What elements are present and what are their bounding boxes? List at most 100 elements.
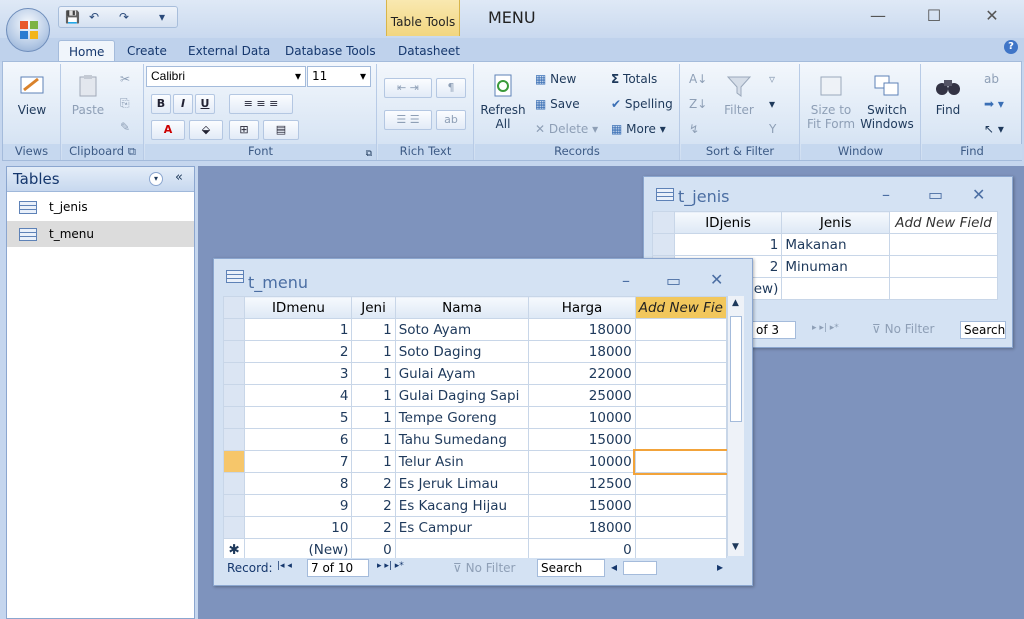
- refresh-all-button[interactable]: Refresh All: [479, 74, 527, 131]
- cell-empty[interactable]: [889, 233, 998, 256]
- cell-harga[interactable]: 22000: [528, 362, 636, 385]
- font-size-select[interactable]: 11 ▾: [307, 66, 371, 87]
- column-header[interactable]: Jenis: [781, 211, 891, 234]
- cell-jenis[interactable]: 2: [351, 472, 396, 495]
- nav-item-t-jenis[interactable]: t_jenis: [7, 194, 194, 220]
- cell-jenis[interactable]: 2: [351, 494, 396, 517]
- column-header[interactable]: Jeni: [351, 296, 396, 319]
- t-jenis-record-position[interactable]: of 3: [752, 321, 796, 339]
- cell-idmenu[interactable]: 6: [244, 428, 353, 451]
- cell-idmenu[interactable]: 5: [244, 406, 353, 429]
- cell-empty[interactable]: [634, 362, 728, 385]
- tab-database-tools[interactable]: Database Tools: [275, 40, 386, 62]
- cell-nama[interactable]: Tempe Goreng: [394, 406, 530, 429]
- table-row[interactable]: 8 2 Es Jeruk Limau 12500: [222, 472, 728, 495]
- shutter-bar-close-icon[interactable]: «: [175, 170, 183, 185]
- table-row[interactable]: 5 1 Tempe Goreng 10000: [222, 406, 728, 429]
- selection-icon[interactable]: ▿: [769, 72, 775, 86]
- customize-qat-icon[interactable]: ▾: [159, 10, 165, 24]
- table-row[interactable]: 10 2 Es Campur 18000: [222, 516, 728, 539]
- font-color-button[interactable]: A: [151, 120, 185, 140]
- cell-jenis[interactable]: 1: [351, 340, 396, 363]
- tab-datasheet[interactable]: Datasheet: [388, 40, 470, 62]
- cell-jenis[interactable]: 1: [351, 406, 396, 429]
- column-header[interactable]: IDmenu: [244, 296, 353, 319]
- cell-empty[interactable]: [633, 448, 729, 475]
- delete-record-button[interactable]: ✕ Delete ▾: [535, 122, 598, 136]
- fill-color-button[interactable]: ⬙: [189, 120, 223, 140]
- cell-empty[interactable]: [634, 318, 728, 341]
- cell-empty[interactable]: [634, 406, 728, 429]
- record-selector[interactable]: [222, 406, 246, 429]
- cell-empty[interactable]: [634, 384, 728, 407]
- cell-harga[interactable]: 15000: [528, 494, 636, 517]
- column-header[interactable]: IDjenis: [673, 211, 783, 234]
- cell-jenis[interactable]: Minuman: [781, 255, 891, 278]
- table-row[interactable]: 1 Makanan: [652, 233, 998, 256]
- record-selector[interactable]: [222, 450, 246, 473]
- scroll-down-icon[interactable]: ▼: [732, 542, 739, 552]
- save-record-button[interactable]: ▦ Save: [535, 97, 580, 111]
- scroll-thumb[interactable]: [730, 316, 742, 422]
- underline-button[interactable]: U: [195, 94, 215, 114]
- italic-button[interactable]: I: [173, 94, 193, 114]
- record-selector[interactable]: [222, 494, 246, 517]
- rtl-button[interactable]: ¶: [436, 78, 466, 98]
- t-jenis-no-filter[interactable]: ⊽ No Filter: [872, 322, 934, 336]
- cell-idmenu[interactable]: 8: [244, 472, 353, 495]
- cell-empty[interactable]: [781, 277, 891, 300]
- column-header[interactable]: Harga: [528, 296, 636, 319]
- close-button[interactable]: ✕: [972, 6, 1012, 25]
- vertical-scrollbar[interactable]: ▲ ▼: [727, 296, 744, 556]
- cell-jenis[interactable]: 1: [351, 362, 396, 385]
- record-position-box[interactable]: 7 of 10: [307, 559, 369, 577]
- align-buttons[interactable]: ≡ ≡ ≡: [229, 94, 293, 114]
- size-to-fit-button[interactable]: Size to Fit Form: [805, 74, 857, 131]
- cut-icon[interactable]: ✂: [120, 72, 130, 86]
- cell-nama[interactable]: Gulai Ayam: [394, 362, 530, 385]
- scroll-left-icon[interactable]: ◂: [611, 560, 617, 574]
- cell-harga[interactable]: 10000: [528, 406, 636, 429]
- cell-empty[interactable]: [634, 428, 728, 451]
- new-record-button[interactable]: ▦ New: [535, 72, 576, 86]
- save-icon[interactable]: 💾: [65, 10, 80, 24]
- cell-empty[interactable]: [634, 494, 728, 517]
- tab-external-data[interactable]: External Data: [178, 40, 280, 62]
- table-row[interactable]: 9 2 Es Kacang Hijau 15000: [222, 494, 728, 517]
- next-record-icon[interactable]: ▸ ▸| ▸*: [377, 561, 404, 571]
- cell-nama[interactable]: Telur Asin: [394, 450, 530, 473]
- advanced-filter-icon[interactable]: ▾: [769, 97, 775, 111]
- switch-windows-button[interactable]: Switch Windows: [859, 74, 915, 131]
- cell-nama[interactable]: Gulai Daging Sapi: [394, 384, 530, 407]
- replace-icon[interactable]: ab: [984, 72, 999, 86]
- cell-harga[interactable]: 18000: [528, 516, 636, 539]
- cell-nama[interactable]: Soto Daging: [394, 340, 530, 363]
- office-button[interactable]: [6, 8, 50, 52]
- find-button[interactable]: Find: [928, 74, 968, 117]
- cell-jenis[interactable]: Makanan: [781, 233, 891, 256]
- cell-jenis[interactable]: 1: [351, 450, 396, 473]
- cell-harga[interactable]: 15000: [528, 428, 636, 451]
- cell-nama[interactable]: Soto Ayam: [394, 318, 530, 341]
- horizontal-scroll-thumb[interactable]: [623, 561, 657, 575]
- record-selector[interactable]: [222, 362, 246, 385]
- cell-idmenu[interactable]: 3: [244, 362, 353, 385]
- table-row[interactable]: 1 1 Soto Ayam 18000: [222, 318, 728, 341]
- cell-harga[interactable]: 18000: [528, 318, 636, 341]
- sort-ascending-icon[interactable]: A↓: [689, 72, 707, 86]
- t-jenis-close-icon[interactable]: ✕: [972, 185, 985, 204]
- view-button[interactable]: View: [11, 74, 53, 117]
- t-jenis-maximize-icon[interactable]: ▭: [928, 185, 943, 204]
- cell-empty[interactable]: [889, 255, 998, 278]
- tab-create[interactable]: Create: [117, 40, 177, 62]
- cell-empty[interactable]: [634, 340, 728, 363]
- minimize-button[interactable]: —: [858, 6, 898, 25]
- select-all-cell[interactable]: [652, 211, 675, 234]
- t-jenis-minimize-icon[interactable]: –: [882, 185, 890, 204]
- table-row[interactable]: 6 1 Tahu Sumedang 15000: [222, 428, 728, 451]
- list-buttons[interactable]: ☰ ☰: [384, 110, 432, 130]
- filter-button[interactable]: Filter: [719, 74, 759, 117]
- scroll-up-icon[interactable]: ▲: [732, 298, 739, 308]
- redo-icon[interactable]: ↷: [119, 10, 129, 24]
- record-selector[interactable]: [222, 340, 246, 363]
